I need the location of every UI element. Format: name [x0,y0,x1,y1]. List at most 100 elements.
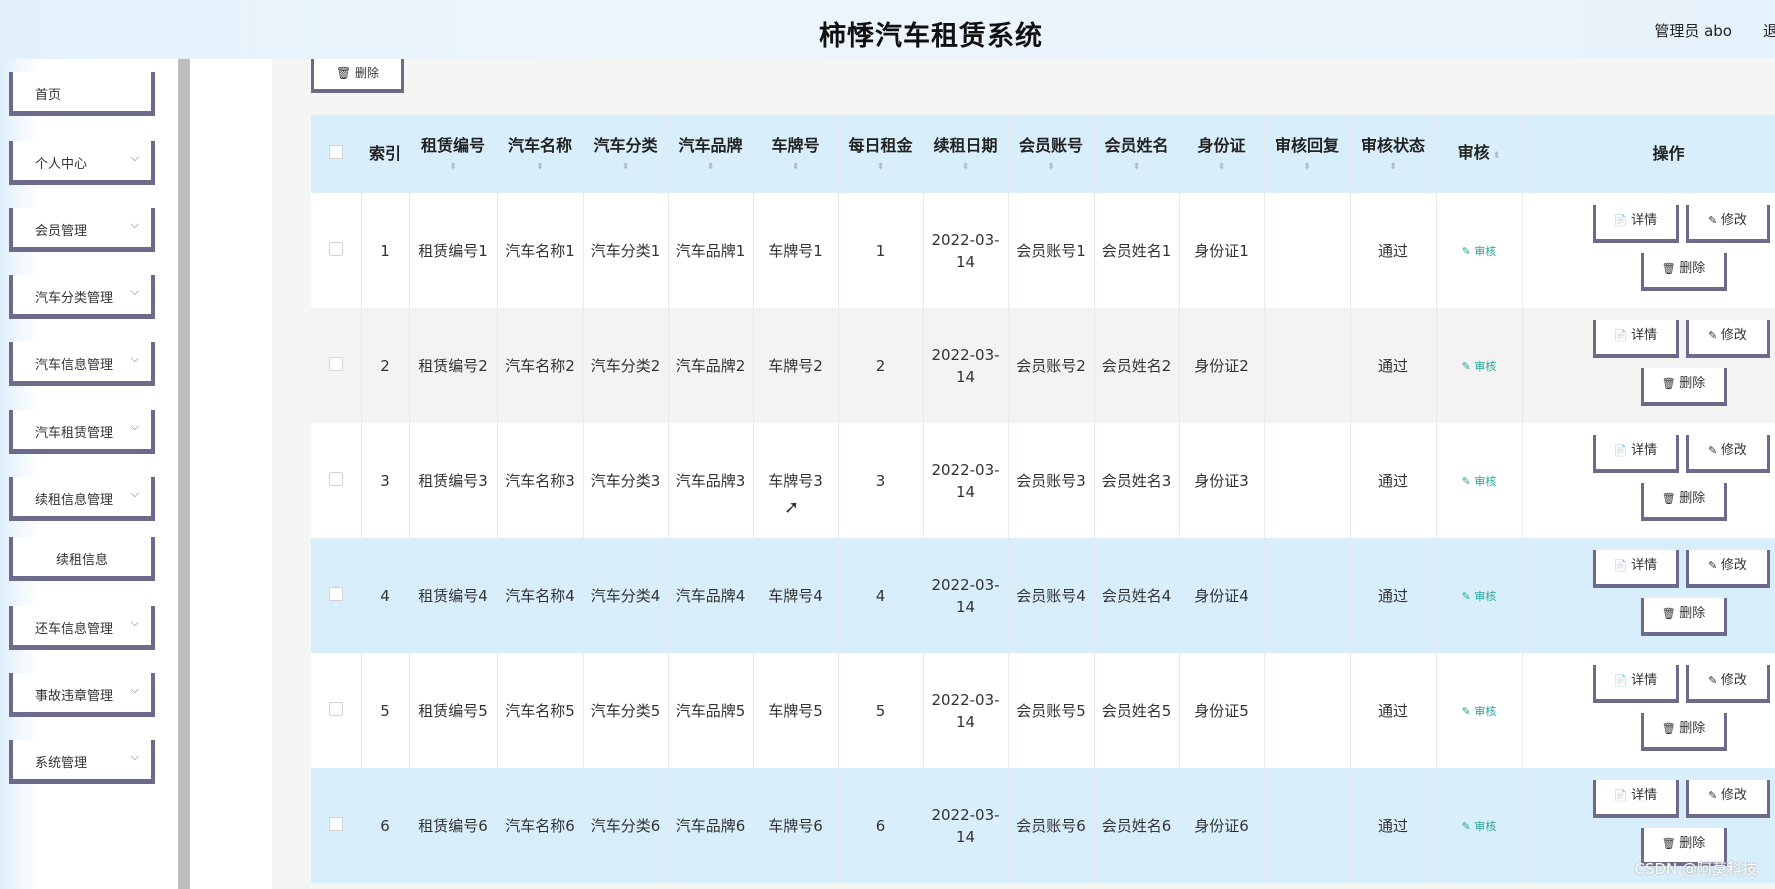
review-cell: ✎ 审核 [1436,193,1523,308]
column-header: 每日租金 ⬍ [838,115,924,193]
document-icon: 📄 [1613,789,1632,802]
edit-pen-icon: ✎ [1461,589,1475,603]
edit-button[interactable]: ✎ 修改 [1685,320,1770,358]
row-checkbox-cell[interactable] [311,193,362,308]
sidebar-item[interactable]: 还车信息管理 ⌵ [9,606,155,650]
row-checkbox-cell[interactable] [311,653,362,768]
trash-icon: 🗑 [1661,492,1680,505]
sort-icon[interactable]: ⬍ [757,162,835,172]
detail-button[interactable]: 📄 详情 [1592,435,1679,473]
trash-icon: 🗑 [1661,722,1680,735]
column-header: 会员姓名 ⬍ [1094,115,1180,193]
sort-icon[interactable]: ⬍ [1012,162,1091,172]
row-checkbox-cell[interactable] [311,308,362,423]
sidebar-item[interactable]: 汽车信息管理 ⌵ [9,342,155,386]
sort-icon[interactable]: ⬍ [1490,151,1501,161]
delete-button[interactable]: 🗑 删除 [1640,368,1727,406]
sidebar-item-label: 汽车分类管理 [35,291,114,306]
review-link[interactable]: ✎ 审核 [1462,245,1497,258]
delete-button[interactable]: 🗑 删除 [1640,598,1727,636]
sort-icon[interactable]: ⬍ [1354,162,1433,172]
cell-brand: 汽车品牌2 [668,308,754,423]
delete-button[interactable]: 🗑 删除 [1640,483,1727,521]
edit-button[interactable]: ✎ 修改 [1685,205,1770,243]
column-header: 操作 [1522,115,1775,193]
row-checkbox[interactable] [328,241,343,256]
sidebar-item[interactable]: 个人中心 ⌵ [9,141,155,185]
detail-button[interactable]: 📄 详情 [1592,550,1679,588]
edit-button[interactable]: ✎ 修改 [1685,780,1770,818]
sort-icon[interactable]: ⬍ [927,162,1005,172]
row-checkbox[interactable] [328,586,343,601]
sidebar-item[interactable]: 续租信息管理 ⌵ [9,477,155,521]
sidebar-item[interactable]: 汽车租赁管理 ⌵ [9,410,155,454]
cell-category: 汽车分类4 [583,538,669,653]
column-header: 汽车分类 ⬍ [583,115,669,193]
checkbox[interactable] [328,145,343,159]
edit-pen-icon: ✎ [1708,444,1721,457]
sort-icon[interactable]: ⬍ [1183,162,1261,172]
edit-button-label: 修改 [1720,673,1747,688]
review-cell: ✎ 审核 [1436,308,1523,423]
sidebar-scrollbar[interactable] [178,59,190,889]
column-header-label: 会员姓名 [1104,136,1169,155]
detail-button[interactable]: 📄 详情 [1592,780,1679,818]
delete-button[interactable]: 🗑 删除 [1640,713,1727,751]
cell-member-name: 会员姓名3 [1094,423,1180,538]
sort-icon[interactable]: ⬍ [672,162,750,172]
detail-button-label: 详情 [1631,788,1658,803]
review-link[interactable]: ✎ 审核 [1462,820,1497,833]
sidebar-item[interactable]: 首页 [9,72,155,116]
detail-button[interactable]: 📄 详情 [1592,665,1679,703]
review-link[interactable]: ✎ 审核 [1462,360,1497,373]
logout-link[interactable]: 退出登录 [1763,20,1775,41]
detail-button[interactable]: 📄 详情 [1592,320,1679,358]
review-link[interactable]: ✎ 审核 [1462,475,1497,488]
sort-icon[interactable]: ⬍ [413,162,494,172]
sort-icon[interactable]: ⬍ [1098,162,1176,172]
sidebar-subitem[interactable]: 续租信息 [9,537,155,581]
delete-button[interactable]: 🗑 删除 [1640,253,1727,291]
cell-category: 汽车分类1 [583,193,669,308]
cell-daily-rent: 3 [838,423,924,538]
delete-button-label: 删除 [1679,721,1706,736]
review-link[interactable]: ✎ 审核 [1462,590,1497,603]
actions-cell: 📄 详情 ✎ 修改 🗑 删除 [1522,193,1775,308]
row-checkbox[interactable] [328,816,343,831]
detail-button[interactable]: 📄 详情 [1592,205,1679,243]
edit-button-label: 修改 [1720,213,1747,228]
edit-pen-icon: ✎ [1708,789,1721,802]
sidebar-item[interactable]: 汽车分类管理 ⌵ [9,275,155,319]
column-header: 会员账号 ⬍ [1008,115,1095,193]
sort-icon[interactable]: ⬍ [1268,162,1347,172]
cell-member-account: 会员账号1 [1008,193,1095,308]
cell-id-card: 身份证4 [1179,538,1265,653]
select-all-checkbox[interactable] [311,115,362,193]
cell-brand: 汽车品牌4 [668,538,754,653]
row-checkbox[interactable] [328,356,343,371]
trash-icon: 🗑 [335,66,352,80]
edit-button[interactable]: ✎ 修改 [1685,665,1770,703]
column-header-label: 车牌号 [771,136,820,155]
sort-icon[interactable]: ⬍ [587,162,665,172]
cell-id-card: 身份证6 [1179,768,1265,883]
row-checkbox[interactable] [328,471,343,486]
actions-cell: 📄 详情 ✎ 修改 🗑 删除 [1522,308,1775,423]
actions-cell: 📄 详情 ✎ 修改 🗑 删除 [1522,653,1775,768]
cell-index: 3 [361,423,410,538]
cell-index: 1 [361,193,410,308]
row-checkbox-cell[interactable] [311,538,362,653]
bulk-delete-button[interactable]: 🗑 删除 [311,59,404,93]
edit-button[interactable]: ✎ 修改 [1685,550,1770,588]
review-link[interactable]: ✎ 审核 [1462,705,1497,718]
sidebar-item-label: 汽车租赁管理 [35,426,114,441]
sidebar-item[interactable]: 会员管理 ⌵ [9,208,155,252]
row-checkbox[interactable] [328,701,343,716]
sidebar-item[interactable]: 事故违章管理 ⌵ [9,673,155,717]
row-checkbox-cell[interactable] [311,423,362,538]
edit-button[interactable]: ✎ 修改 [1685,435,1770,473]
row-checkbox-cell[interactable] [311,768,362,883]
sort-icon[interactable]: ⬍ [501,162,580,172]
sidebar-item[interactable]: 系统管理 ⌵ [9,740,155,784]
sort-icon[interactable]: ⬍ [842,162,920,172]
